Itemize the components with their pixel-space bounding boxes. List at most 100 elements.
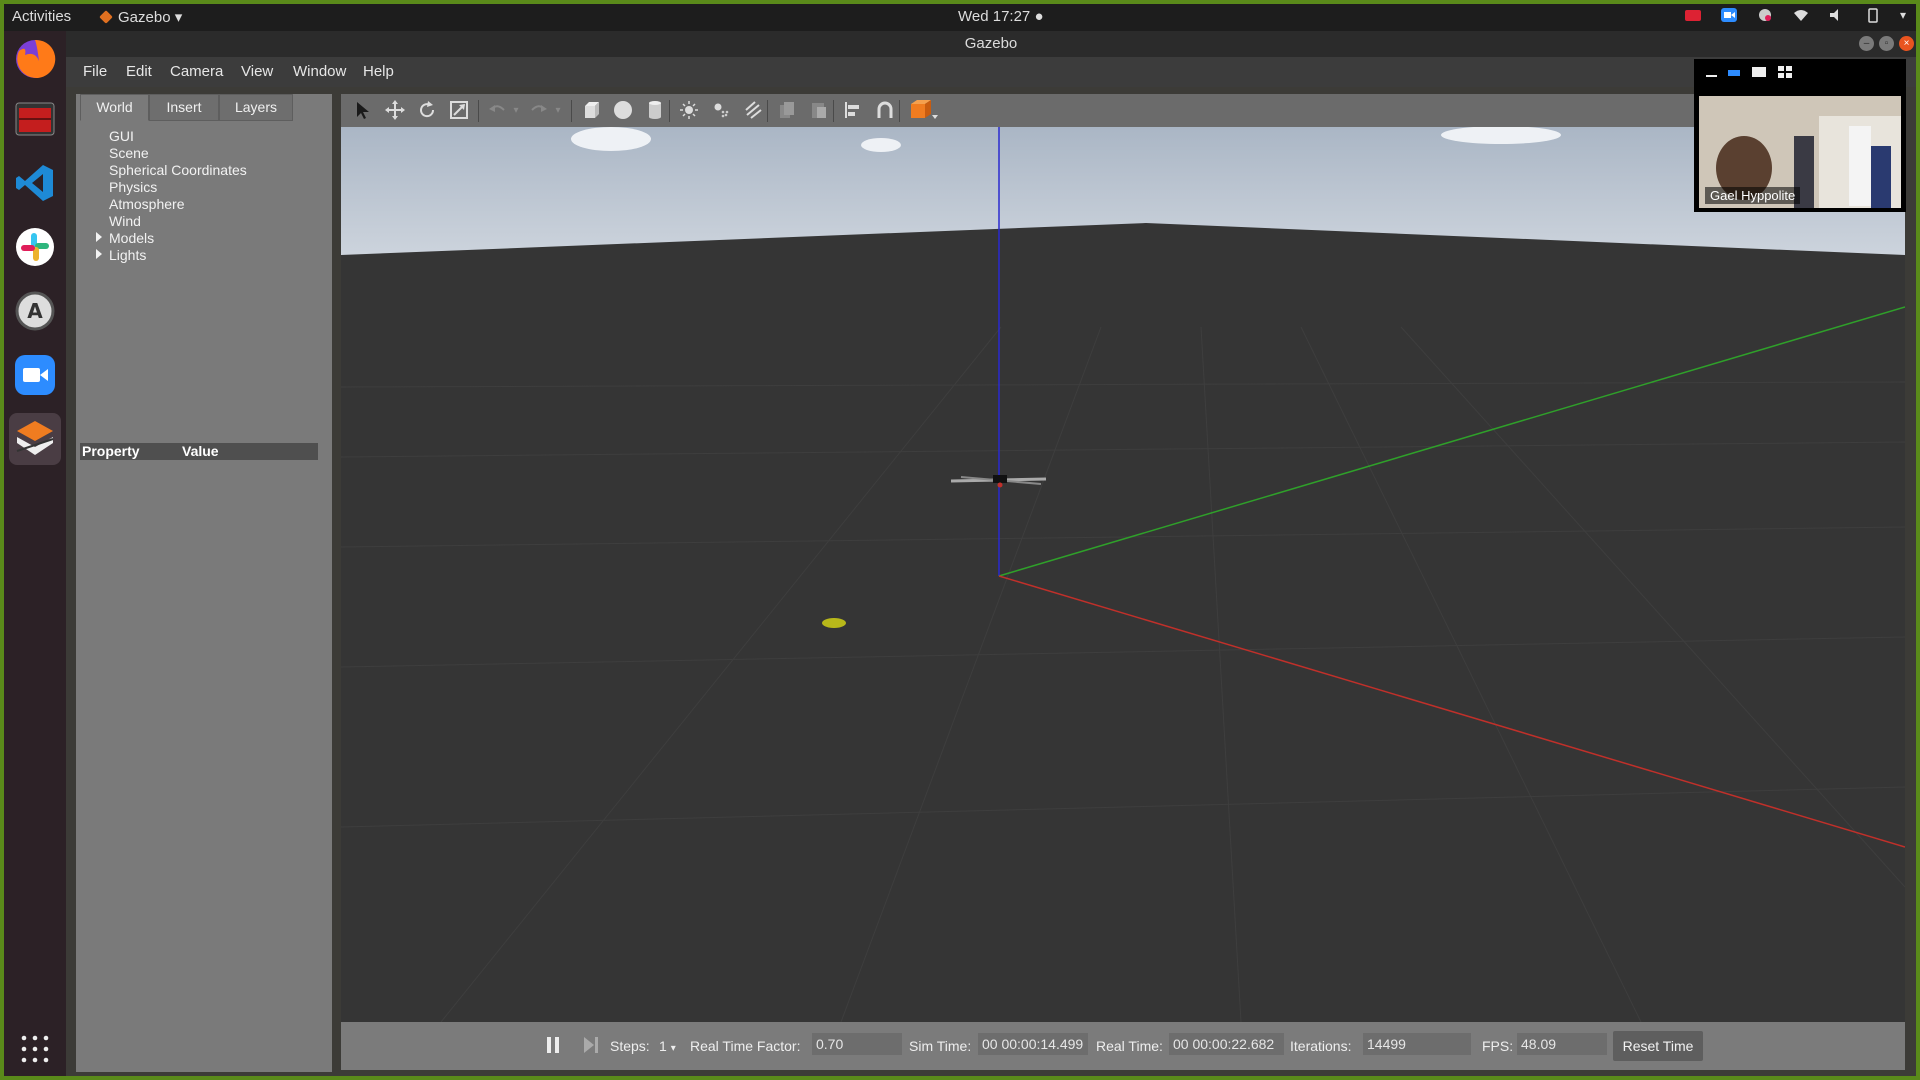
tree-item-atmosphere[interactable]: Atmosphere xyxy=(109,196,184,212)
insert-directional-light-button[interactable] xyxy=(741,98,765,122)
pause-button[interactable] xyxy=(545,1036,561,1054)
paste-button[interactable] xyxy=(807,98,831,122)
redo-dropdown-icon: ▾ xyxy=(555,104,561,116)
zoom-tray-icon[interactable] xyxy=(1720,7,1738,23)
copy-button[interactable] xyxy=(775,98,799,122)
pip-gallery-view-button[interactable] xyxy=(1778,65,1792,78)
zoom-launcher[interactable] xyxy=(9,349,61,401)
expand-arrow-icon[interactable] xyxy=(96,249,102,259)
battery-icon[interactable] xyxy=(1864,7,1882,23)
show-applications-button[interactable] xyxy=(20,1034,50,1064)
menu-camera[interactable]: Camera xyxy=(170,63,223,80)
insert-cylinder-button[interactable] xyxy=(643,98,667,122)
firefox-icon xyxy=(16,39,56,78)
undo-history-button[interactable]: ▾ xyxy=(509,98,523,122)
insert-spot-light-button[interactable] xyxy=(709,98,733,122)
tree-item-spherical-coordinates[interactable]: Spherical Coordinates xyxy=(109,162,247,178)
sphere-icon xyxy=(614,101,632,119)
viewport-toolbar: ▾ ▾ xyxy=(341,94,1905,127)
undo-dropdown-icon: ▾ xyxy=(513,104,519,116)
tree-item-gui[interactable]: GUI xyxy=(109,128,134,144)
system-tray[interactable]: ▾ xyxy=(1684,7,1906,23)
steps-dropdown-icon: ▾ xyxy=(670,1043,676,1054)
window-title-bar[interactable]: Gazebo – ▫ × xyxy=(66,31,1916,57)
pip-minimize-button[interactable] xyxy=(1706,65,1718,77)
property-table-header: Property Value xyxy=(80,443,318,460)
redo-history-button[interactable]: ▾ xyxy=(551,98,565,122)
menu-window[interactable]: Window xyxy=(293,63,346,80)
activities-button[interactable]: Activities xyxy=(12,8,71,25)
expand-arrow-icon[interactable] xyxy=(96,232,102,242)
tree-item-lights[interactable]: Lights xyxy=(96,247,147,263)
translate-mode-button[interactable] xyxy=(383,98,407,122)
steps-selector[interactable]: 1 ▾ xyxy=(659,1038,676,1054)
terminal-app-launcher[interactable] xyxy=(9,93,61,145)
clock[interactable]: Wed 17:27 ● xyxy=(958,8,1044,25)
redo-button[interactable] xyxy=(527,98,551,122)
vscode-launcher[interactable] xyxy=(9,157,61,209)
window-controls: – ▫ × xyxy=(1859,36,1914,51)
scale-mode-button[interactable] xyxy=(447,98,471,122)
svg-text:A: A xyxy=(27,299,43,323)
rotate-icon xyxy=(420,101,435,118)
menu-help[interactable]: Help xyxy=(363,63,394,80)
maximize-button[interactable]: ▫ xyxy=(1879,36,1894,51)
slack-launcher[interactable] xyxy=(9,221,61,273)
software-updater-icon: A xyxy=(15,291,55,331)
firefox-launcher[interactable] xyxy=(9,33,61,85)
insert-sphere-button[interactable] xyxy=(611,98,635,122)
tab-insert[interactable]: Insert xyxy=(149,94,219,121)
select-mode-button[interactable] xyxy=(351,98,375,122)
tab-world[interactable]: World xyxy=(80,94,149,121)
property-column-header[interactable]: Property xyxy=(82,443,140,459)
app-grid-icon xyxy=(21,1035,49,1063)
insert-box-button[interactable] xyxy=(579,98,603,122)
software-updater-launcher[interactable]: A xyxy=(9,285,61,337)
app-menu[interactable]: Gazebo ▾ xyxy=(99,8,182,26)
tree-item-wind[interactable]: Wind xyxy=(109,213,141,229)
gazebo-icon xyxy=(16,421,54,455)
zoom-video-overlay[interactable]: Gael Hyppolite xyxy=(1694,59,1906,212)
scale-icon xyxy=(450,101,468,119)
tree-item-scene[interactable]: Scene xyxy=(109,145,149,161)
vscode-icon xyxy=(16,165,53,201)
3d-viewport[interactable]: ▾ ▾ xyxy=(341,94,1905,1022)
landing-target[interactable] xyxy=(822,618,846,628)
step-button[interactable] xyxy=(583,1036,599,1054)
volume-icon[interactable] xyxy=(1828,7,1846,23)
slack-tray-icon[interactable] xyxy=(1756,7,1774,23)
wifi-icon[interactable] xyxy=(1792,7,1810,23)
3d-scene[interactable] xyxy=(341,127,1905,1022)
reset-time-button[interactable]: Reset Time xyxy=(1613,1031,1703,1061)
system-menu-arrow-icon[interactable]: ▾ xyxy=(1900,8,1906,22)
screen-record-icon[interactable] xyxy=(1684,7,1702,23)
close-button[interactable]: × xyxy=(1899,36,1914,51)
copy-icon xyxy=(780,102,794,118)
view-angle-button[interactable] xyxy=(907,98,939,122)
tab-layers[interactable]: Layers xyxy=(219,94,293,121)
point-light-icon xyxy=(680,101,698,119)
simulation-status-bar: Steps: 1 ▾ Real Time Factor: 0.70 Sim Ti… xyxy=(341,1022,1905,1070)
snap-button[interactable] xyxy=(873,98,897,122)
minimize-icon xyxy=(1706,75,1717,77)
pip-small-view-button[interactable] xyxy=(1728,65,1740,77)
menu-view[interactable]: View xyxy=(241,63,273,80)
steps-value: 1 xyxy=(659,1038,667,1054)
small-view-icon xyxy=(1728,70,1740,76)
insert-point-light-button[interactable] xyxy=(677,98,701,122)
align-button[interactable] xyxy=(841,98,865,122)
tree-item-models[interactable]: Models xyxy=(96,230,154,246)
value-column-header[interactable]: Value xyxy=(182,443,219,459)
minimize-button[interactable]: – xyxy=(1859,36,1874,51)
pip-active-speaker-button[interactable] xyxy=(1752,65,1766,77)
left-panel: World Insert Layers GUI Scene Spherical … xyxy=(76,94,332,1072)
fps-label: FPS: xyxy=(1482,1038,1514,1054)
rotate-mode-button[interactable] xyxy=(415,98,439,122)
tree-item-physics[interactable]: Physics xyxy=(109,179,157,195)
menu-file[interactable]: File xyxy=(83,63,107,80)
tree-item-lights-label: Lights xyxy=(109,247,147,263)
undo-button[interactable] xyxy=(485,98,509,122)
gazebo-launcher[interactable] xyxy=(9,413,61,465)
menu-edit[interactable]: Edit xyxy=(126,63,152,80)
iterations-label: Iterations: xyxy=(1290,1038,1352,1054)
